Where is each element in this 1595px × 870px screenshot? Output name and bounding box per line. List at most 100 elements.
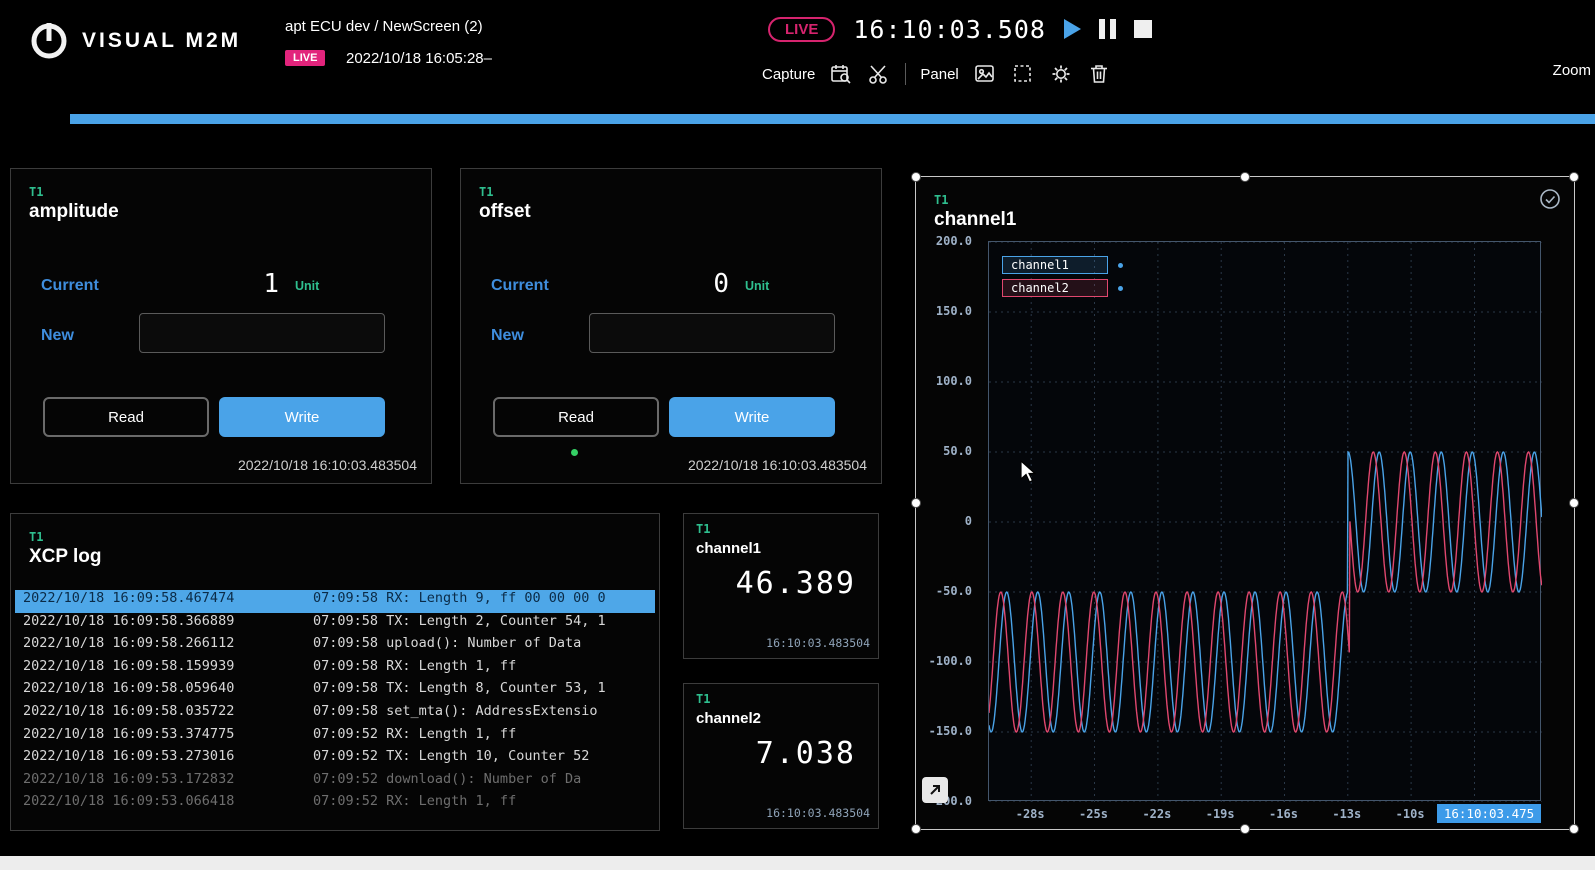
log-row[interactable]: 2022/10/18 16:09:53.17283207:09:52 downl… [15, 771, 655, 794]
xcp-log-panel: T1 XCP log 2022/10/18 16:09:58.46747407:… [10, 513, 660, 831]
selection-handle[interactable] [911, 498, 921, 508]
measurement-start-time: 2022/10/18 16:05:28– [346, 50, 492, 67]
log-row-message: 07:09:58 RX: Length 1, ff [313, 658, 516, 674]
live-pill[interactable]: LIVE [768, 17, 835, 42]
chart-plot-area[interactable] [988, 241, 1541, 801]
current-time-clock: 16:10:03.508 [853, 15, 1046, 44]
target-tag: T1 [479, 185, 493, 199]
read-button[interactable]: Read [493, 397, 659, 437]
log-row[interactable]: 2022/10/18 16:09:58.03572207:09:58 set_m… [15, 703, 655, 726]
channel2-value-panel: T1 channel2 7.038 16:10:03.483504 [683, 683, 879, 829]
legend-row: channel1 [1002, 256, 1123, 274]
current-label: Current [41, 277, 99, 295]
log-row-message: 07:09:58 upload(): Number of Data [313, 635, 581, 651]
x-tick-label: -13s [1332, 807, 1361, 821]
play-button[interactable] [1064, 19, 1081, 39]
log-row[interactable]: 2022/10/18 16:09:58.26611207:09:58 uploa… [15, 635, 655, 658]
y-tick-label: -50.0 [936, 584, 972, 598]
new-label: New [41, 327, 74, 345]
pause-button[interactable] [1099, 19, 1116, 39]
pause-bar [1110, 19, 1116, 39]
timeline-progress-bar[interactable] [70, 114, 1595, 124]
panel-title: channel2 [696, 710, 761, 727]
check-circle-icon[interactable] [1538, 187, 1562, 211]
panel-trash-icon[interactable] [1087, 62, 1111, 86]
unit-label: Unit [745, 279, 769, 293]
logo: VISUAL M2M [26, 18, 241, 64]
log-row-time: 2022/10/18 16:09:53.273016 [23, 748, 313, 764]
selection-handle[interactable] [911, 172, 921, 182]
selection-handle[interactable] [1240, 172, 1250, 182]
log-row-time: 2022/10/18 16:09:58.159939 [23, 658, 313, 674]
log-row[interactable]: 2022/10/18 16:09:53.37477507:09:52 RX: L… [15, 726, 655, 749]
target-tag: T1 [696, 522, 710, 536]
log-row[interactable]: 2022/10/18 16:09:58.46747407:09:58 RX: L… [15, 590, 655, 613]
panel-select-region-icon[interactable] [1011, 62, 1035, 86]
log-row-time: 2022/10/18 16:09:53.066418 [23, 793, 313, 809]
waveform-svg [989, 242, 1542, 802]
current-value: 0 [631, 269, 731, 299]
capture-calendar-search-icon[interactable] [829, 62, 853, 86]
amplitude-panel: T1 amplitude Current 1 Unit New Read Wri… [10, 168, 432, 484]
status-dot [571, 449, 578, 456]
log-row[interactable]: 2022/10/18 16:09:53.06641807:09:52 RX: L… [15, 793, 655, 816]
y-tick-label: -100.0 [929, 654, 972, 668]
value-timestamp: 16:10:03.483504 [766, 636, 870, 650]
y-tick-label: 50.0 [943, 444, 972, 458]
transport-controls: LIVE 16:10:03.508 [768, 12, 1152, 46]
x-tick-label: -22s [1142, 807, 1171, 821]
legend-drag-dot[interactable] [1118, 286, 1123, 291]
current-label: Current [491, 277, 549, 295]
zoom-label[interactable]: Zoom [1553, 62, 1591, 79]
selection-handle[interactable] [1569, 498, 1579, 508]
panel-timestamp: 2022/10/18 16:10:03.483504 [688, 457, 867, 473]
selection-handle[interactable] [911, 824, 921, 834]
expand-icon[interactable] [922, 777, 948, 803]
mouse-cursor [1018, 460, 1040, 484]
log-row-time: 2022/10/18 16:09:58.059640 [23, 680, 313, 696]
legend-item-channel2[interactable]: channel2 [1002, 279, 1108, 297]
channel1-current-value: 46.389 [736, 566, 856, 601]
log-row[interactable]: 2022/10/18 16:09:58.36688907:09:58 TX: L… [15, 613, 655, 636]
y-tick-label: 100.0 [936, 374, 972, 388]
log-row-message: 07:09:58 TX: Length 8, Counter 53, 1 [313, 680, 606, 696]
panel-add-media-icon[interactable] [973, 62, 997, 86]
target-tag: T1 [934, 193, 948, 207]
value-timestamp: 16:10:03.483504 [766, 806, 870, 820]
panel-title: XCP log [29, 546, 102, 568]
header: VISUAL M2M apt ECU dev / NewScreen (2) L… [0, 0, 1595, 112]
log-row-time: 2022/10/18 16:09:53.172832 [23, 771, 313, 787]
selection-handle[interactable] [1569, 824, 1579, 834]
log-row-message: 07:09:58 TX: Length 2, Counter 54, 1 [313, 613, 606, 629]
legend-item-channel1[interactable]: channel1 [1002, 256, 1108, 274]
selection-handle[interactable] [1569, 172, 1579, 182]
log-row-time: 2022/10/18 16:09:58.035722 [23, 703, 313, 719]
new-value-input[interactable] [139, 313, 385, 353]
y-tick-label: 200.0 [936, 234, 972, 248]
log-row-time: 2022/10/18 16:09:58.266112 [23, 635, 313, 651]
panel-title: offset [479, 201, 531, 223]
stop-button[interactable] [1134, 20, 1152, 38]
legend-drag-dot[interactable] [1118, 263, 1123, 268]
log-row[interactable]: 2022/10/18 16:09:53.27301607:09:52 TX: L… [15, 748, 655, 771]
expand-arrow-icon [927, 782, 943, 798]
screen-title: apt ECU dev / NewScreen (2) [285, 18, 483, 35]
current-value: 1 [181, 269, 281, 299]
selection-handle[interactable] [1240, 824, 1250, 834]
unit-label: Unit [295, 279, 319, 293]
legend-row: channel2 [1002, 279, 1123, 297]
write-button[interactable]: Write [219, 397, 385, 437]
log-row[interactable]: 2022/10/18 16:09:58.15993907:09:58 RX: L… [15, 658, 655, 681]
xcp-log-rows: 2022/10/18 16:09:58.46747407:09:58 RX: L… [15, 590, 655, 822]
panel-settings-gear-icon[interactable] [1049, 62, 1073, 86]
x-tick-label: -19s [1206, 807, 1235, 821]
log-row[interactable]: 2022/10/18 16:09:58.05964007:09:58 TX: L… [15, 680, 655, 703]
new-value-input[interactable] [589, 313, 835, 353]
capture-scissors-icon[interactable] [867, 62, 891, 86]
write-button[interactable]: Write [669, 397, 835, 437]
x-tick-label: -16s [1269, 807, 1298, 821]
x-tick-label: -28s [1016, 807, 1045, 821]
panel-title: amplitude [29, 201, 119, 223]
read-button[interactable]: Read [43, 397, 209, 437]
channel1-chart-panel[interactable]: T1 channel1 200.0150.0100.050.00-50.0-10… [915, 176, 1575, 830]
